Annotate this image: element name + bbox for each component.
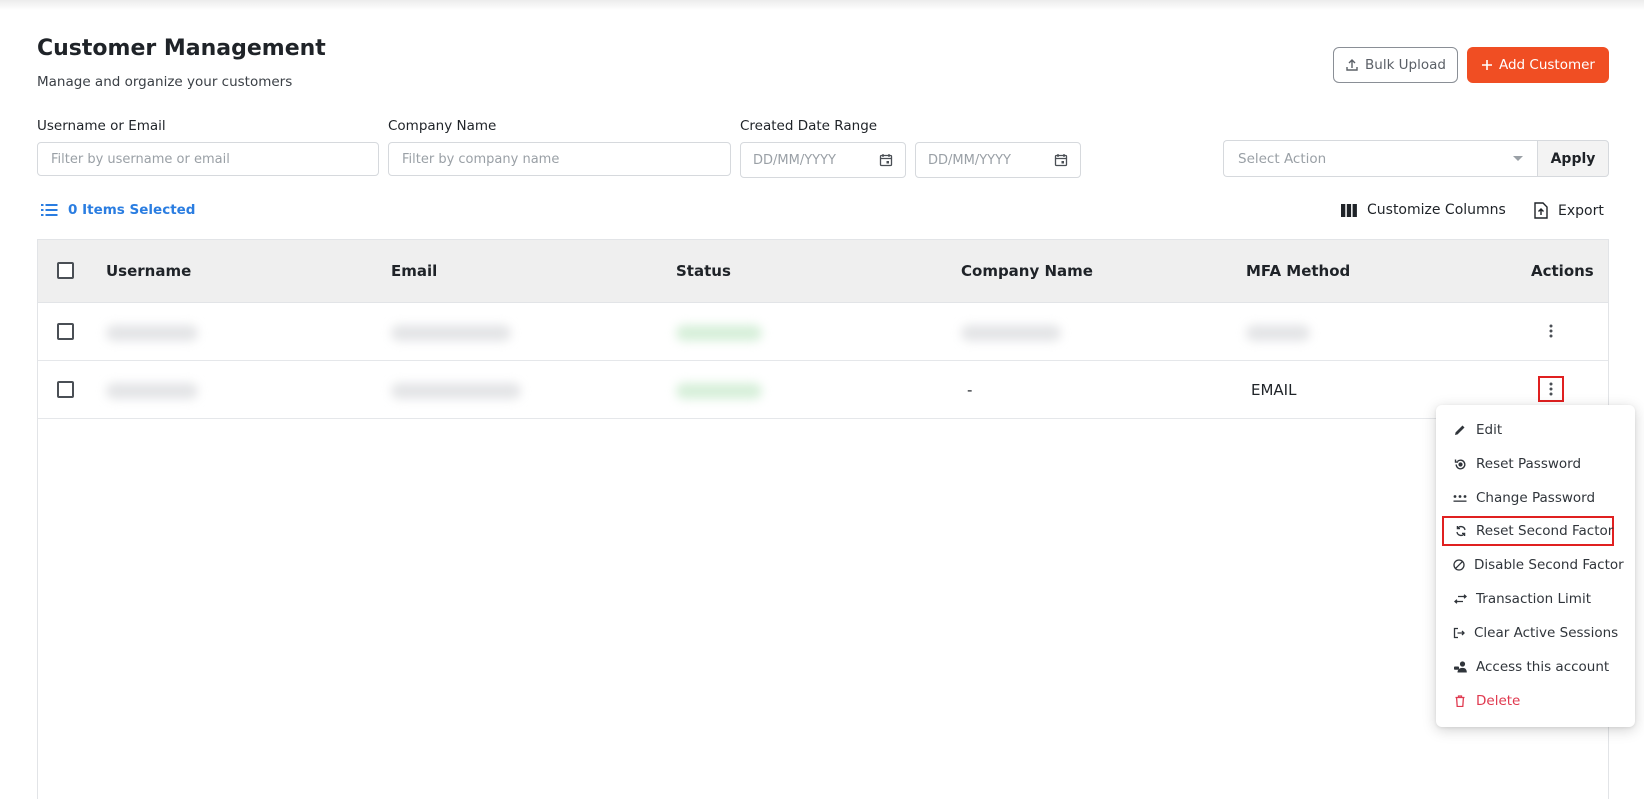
swap-arrows-icon <box>1453 594 1467 604</box>
menu-item-access-account[interactable]: Access this account <box>1442 652 1613 682</box>
select-action-value: Select Action <box>1238 150 1327 167</box>
menu-item-label: Reset Second Factor <box>1476 523 1614 539</box>
columns-icon <box>1341 203 1357 217</box>
redacted-email <box>391 325 511 341</box>
reset-password-icon <box>1454 458 1465 469</box>
export-icon <box>1534 202 1548 219</box>
menu-item-change-password[interactable]: Change Password <box>1442 483 1613 513</box>
redacted-username <box>106 383 198 399</box>
customers-table: Username Email Status Company Name MFA M… <box>37 239 1609 799</box>
menu-item-reset-password[interactable]: Reset Password <box>1442 449 1613 479</box>
menu-item-label: Disable Second Factor <box>1474 557 1624 573</box>
menu-item-edit[interactable]: Edit <box>1442 415 1613 445</box>
add-customer-label: Add Customer <box>1498 57 1595 73</box>
menu-item-transaction-limit[interactable]: Transaction Limit <box>1442 584 1613 614</box>
top-shadow <box>0 0 1644 10</box>
menu-item-label: Clear Active Sessions <box>1474 625 1619 641</box>
items-selected-label: 0 Items Selected <box>68 202 196 218</box>
bulk-upload-button[interactable]: Bulk Upload <box>1333 47 1458 83</box>
row-checkbox[interactable] <box>57 323 74 340</box>
date-from-input[interactable]: DD/MM/YYYY <box>740 142 906 178</box>
export-label: Export <box>1558 202 1604 219</box>
calendar-icon[interactable] <box>879 153 893 167</box>
redacted-status <box>676 383 762 399</box>
bulk-upload-label: Bulk Upload <box>1365 57 1446 73</box>
select-action-dropdown[interactable]: Select Action <box>1223 140 1538 177</box>
trash-icon <box>1455 695 1465 707</box>
page-title: Customer Management <box>37 36 326 61</box>
column-header-mfa[interactable]: MFA Method <box>1246 262 1350 280</box>
export-button[interactable]: Export <box>1534 202 1604 219</box>
menu-item-clear-active-sessions[interactable]: Clear Active Sessions <box>1442 618 1618 648</box>
refresh-icon <box>1456 526 1466 536</box>
redacted-email <box>391 383 521 399</box>
customize-columns-button[interactable]: Customize Columns <box>1341 202 1506 218</box>
column-header-company[interactable]: Company Name <box>961 262 1093 280</box>
menu-item-label: Delete <box>1476 693 1521 709</box>
menu-item-reset-second-factor[interactable]: Reset Second Factor <box>1442 516 1614 546</box>
table-row[interactable] <box>38 303 1608 361</box>
column-header-status[interactable]: Status <box>676 262 731 280</box>
select-all-checkbox[interactable] <box>57 262 74 279</box>
row-checkbox[interactable] <box>57 381 74 398</box>
more-vertical-icon <box>1549 382 1553 396</box>
menu-item-delete[interactable]: Delete <box>1442 686 1613 716</box>
menu-item-label: Transaction Limit <box>1476 591 1591 607</box>
upload-icon <box>1346 59 1358 71</box>
customize-columns-label: Customize Columns <box>1367 202 1506 218</box>
table-row[interactable]: - EMAIL <box>38 361 1608 419</box>
menu-item-label: Edit <box>1476 422 1503 438</box>
items-selected-toggle[interactable]: 0 Items Selected <box>41 202 195 218</box>
password-dots-icon <box>1453 495 1467 502</box>
row-actions-button[interactable] <box>1538 376 1564 402</box>
list-icon <box>41 204 58 216</box>
mfa-cell: EMAIL <box>1251 381 1297 399</box>
logout-icon <box>1453 627 1465 639</box>
more-vertical-icon <box>1549 324 1553 338</box>
redacted-company <box>961 325 1061 341</box>
company-filter-label: Company Name <box>388 118 497 134</box>
row-actions-button[interactable] <box>1538 318 1564 344</box>
caret-down-icon <box>1513 155 1523 161</box>
column-header-email[interactable]: Email <box>391 262 437 280</box>
column-header-username[interactable]: Username <box>106 262 191 280</box>
menu-item-label: Access this account <box>1476 659 1610 675</box>
company-filter-input[interactable] <box>388 142 731 176</box>
redacted-status <box>676 325 762 341</box>
menu-item-disable-second-factor[interactable]: Disable Second Factor <box>1442 550 1624 580</box>
username-filter-input[interactable] <box>37 142 379 176</box>
date-range-label: Created Date Range <box>740 118 878 134</box>
column-header-actions: Actions <box>1531 262 1594 280</box>
page-subtitle: Manage and organize your customers <box>37 74 293 90</box>
menu-item-label: Reset Password <box>1476 456 1582 472</box>
redacted-mfa <box>1246 325 1310 341</box>
menu-item-label: Change Password <box>1476 490 1596 506</box>
date-to-placeholder: DD/MM/YYYY <box>928 152 1011 168</box>
company-cell: - <box>967 381 973 399</box>
date-from-placeholder: DD/MM/YYYY <box>753 152 836 168</box>
add-customer-button[interactable]: Add Customer <box>1467 47 1609 83</box>
row-action-menu: Edit Reset Password Change Password Rese… <box>1436 405 1635 727</box>
table-header: Username Email Status Company Name MFA M… <box>38 240 1608 303</box>
username-filter-label: Username or Email <box>37 118 166 134</box>
pencil-icon <box>1455 425 1465 435</box>
user-access-icon <box>1453 661 1467 673</box>
redacted-username <box>106 325 198 341</box>
date-to-input[interactable]: DD/MM/YYYY <box>915 142 1081 178</box>
apply-button[interactable]: Apply <box>1537 140 1609 177</box>
calendar-icon[interactable] <box>1054 153 1068 167</box>
block-icon <box>1453 559 1465 571</box>
plus-icon <box>1481 60 1492 70</box>
